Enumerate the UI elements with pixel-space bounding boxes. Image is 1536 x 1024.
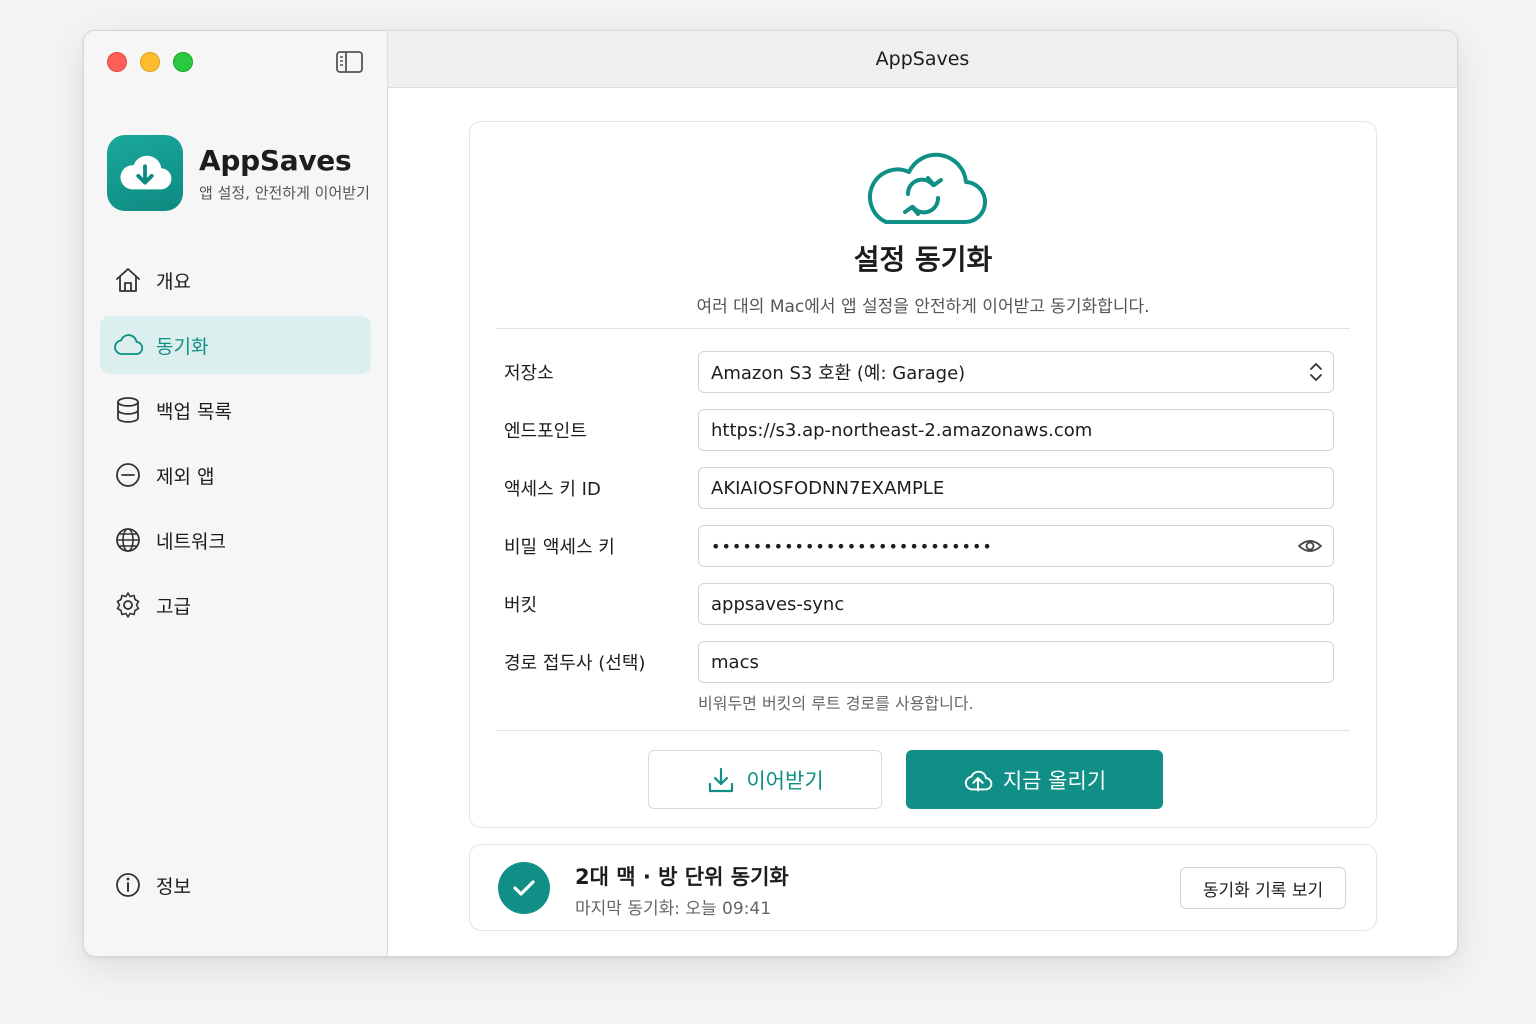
app-name: AppSaves (199, 143, 352, 177)
sync-settings-card: 설정 동기화 여러 대의 Mac에서 앱 설정을 안전하게 이어받고 동기화합니… (469, 121, 1377, 828)
sidebar-item-backups[interactable]: 백업 목록 (100, 381, 371, 439)
checkmark-icon (498, 862, 550, 914)
minus-circle-icon (116, 463, 140, 487)
secret-key-value: ••••••••••••••••••••••••••• (711, 536, 993, 556)
eye-icon[interactable] (1297, 537, 1323, 555)
info-icon (116, 873, 140, 897)
sidebar-item-label: 정보 (156, 875, 191, 898)
storage-label: 저장소 (504, 363, 554, 384)
home-icon (116, 268, 140, 292)
divider (496, 730, 1350, 731)
secret-key-row: 비밀 액세스 키 ••••••••••••••••••••••••••• (504, 525, 1334, 567)
endpoint-label: 엔드포인트 (504, 421, 587, 442)
endpoint-value: https://s3.ap-northeast-2.amazonaws.com (711, 419, 1093, 441)
download-icon (709, 767, 734, 792)
app-window: AppSaves 앱 설정, 안전하게 이어받기 개요 동기화 백업 목록 제외… (83, 30, 1458, 957)
close-window-button[interactable] (107, 52, 127, 72)
sidebar-item-label: 개요 (156, 270, 191, 293)
storage-row: 저장소 Amazon S3 호환 (예: Garage) (504, 351, 1334, 393)
secret-key-label: 비밀 액세스 키 (504, 537, 615, 558)
cloud-upload-icon (964, 770, 993, 791)
sidebar-item-label: 동기화 (156, 335, 209, 358)
sidebar-item-info[interactable]: 정보 (112, 869, 191, 901)
prefix-input[interactable]: macs (698, 641, 1334, 683)
bucket-input[interactable]: appsaves-sync (698, 583, 1334, 625)
bucket-value: appsaves-sync (711, 593, 845, 615)
window-title: AppSaves (875, 48, 970, 70)
push-now-button-label: 지금 올리기 (1002, 768, 1107, 793)
prefix-label: 경로 접두사 (선택) (504, 653, 646, 674)
cloud-icon (114, 334, 144, 355)
brand: AppSaves 앱 설정, 안전하게 이어받기 (107, 135, 370, 211)
divider (496, 328, 1350, 329)
push-now-button[interactable]: 지금 올리기 (906, 750, 1163, 809)
window-title-bar: AppSaves (388, 31, 1457, 88)
app-logo-icon (107, 135, 183, 211)
view-sync-history-button[interactable]: 동기화 기록 보기 (1180, 867, 1346, 909)
sidebar-item-advanced[interactable]: 고급 (100, 576, 371, 634)
chevron-up-down-icon (1310, 363, 1322, 381)
bucket-label: 버킷 (504, 595, 538, 616)
access-key-input[interactable]: AKIAIOSFODNN7EXAMPLE (698, 467, 1334, 509)
prefix-hint: 비워두면 버킷의 루트 경로를 사용합니다. (698, 694, 974, 713)
pull-button[interactable]: 이어받기 (648, 750, 882, 809)
storage-select[interactable]: Amazon S3 호환 (예: Garage) (698, 351, 1334, 393)
prefix-row: 경로 접두사 (선택) macs (504, 641, 1334, 683)
main-content: 설정 동기화 여러 대의 Mac에서 앱 설정을 안전하게 이어받고 동기화합니… (388, 88, 1457, 956)
storage-value: Amazon S3 호환 (예: Garage) (711, 363, 966, 384)
zoom-window-button[interactable] (173, 52, 193, 72)
sidebar-item-label: 고급 (156, 595, 191, 618)
sidebar-item-excluded-apps[interactable]: 제외 앱 (100, 446, 371, 504)
access-key-label: 액세스 키 ID (504, 479, 601, 500)
sidebar-item-label: 네트워크 (156, 530, 226, 553)
secret-key-input[interactable]: ••••••••••••••••••••••••••• (698, 525, 1334, 567)
database-icon (117, 397, 139, 423)
minimize-window-button[interactable] (140, 52, 160, 72)
sidebar-toggle-icon[interactable] (335, 49, 365, 75)
globe-icon (116, 528, 140, 552)
window-controls (107, 52, 193, 72)
card-subtitle: 여러 대의 Mac에서 앱 설정을 안전하게 이어받고 동기화합니다. (696, 297, 1150, 317)
sidebar-item-overview[interactable]: 개요 (100, 251, 371, 309)
access-key-row: 액세스 키 ID AKIAIOSFODNN7EXAMPLE (504, 467, 1334, 509)
cloud-sync-icon (868, 152, 988, 225)
pull-button-label: 이어받기 (746, 768, 824, 793)
sidebar-item-sync[interactable]: 동기화 (100, 316, 371, 374)
sidebar-item-network[interactable]: 네트워크 (100, 511, 371, 569)
gear-icon (116, 592, 140, 618)
access-key-value: AKIAIOSFODNN7EXAMPLE (711, 477, 945, 499)
card-title: 설정 동기화 (853, 243, 993, 276)
sidebar-item-label: 제외 앱 (156, 465, 215, 488)
sidebar-item-label: 백업 목록 (156, 400, 232, 423)
app-tagline: 앱 설정, 안전하게 이어받기 (199, 183, 370, 202)
last-sync-time: 마지막 동기화: 오늘 09:41 (575, 899, 772, 919)
prefix-value: macs (711, 651, 759, 673)
status-title: 2대 맥 · 방 단위 동기화 (575, 865, 789, 889)
sync-status-card: 2대 맥 · 방 단위 동기화 마지막 동기화: 오늘 09:41 동기화 기록… (469, 844, 1377, 931)
endpoint-row: 엔드포인트 https://s3.ap-northeast-2.amazonaw… (504, 409, 1334, 451)
action-buttons: 이어받기 지금 올리기 (648, 750, 1163, 809)
bucket-row: 버킷 appsaves-sync (504, 583, 1334, 625)
sidebar: AppSaves 앱 설정, 안전하게 이어받기 개요 동기화 백업 목록 제외… (84, 31, 388, 956)
endpoint-input[interactable]: https://s3.ap-northeast-2.amazonaws.com (698, 409, 1334, 451)
sidebar-nav: 개요 동기화 백업 목록 제외 앱 네트워크 고급 (100, 251, 371, 641)
